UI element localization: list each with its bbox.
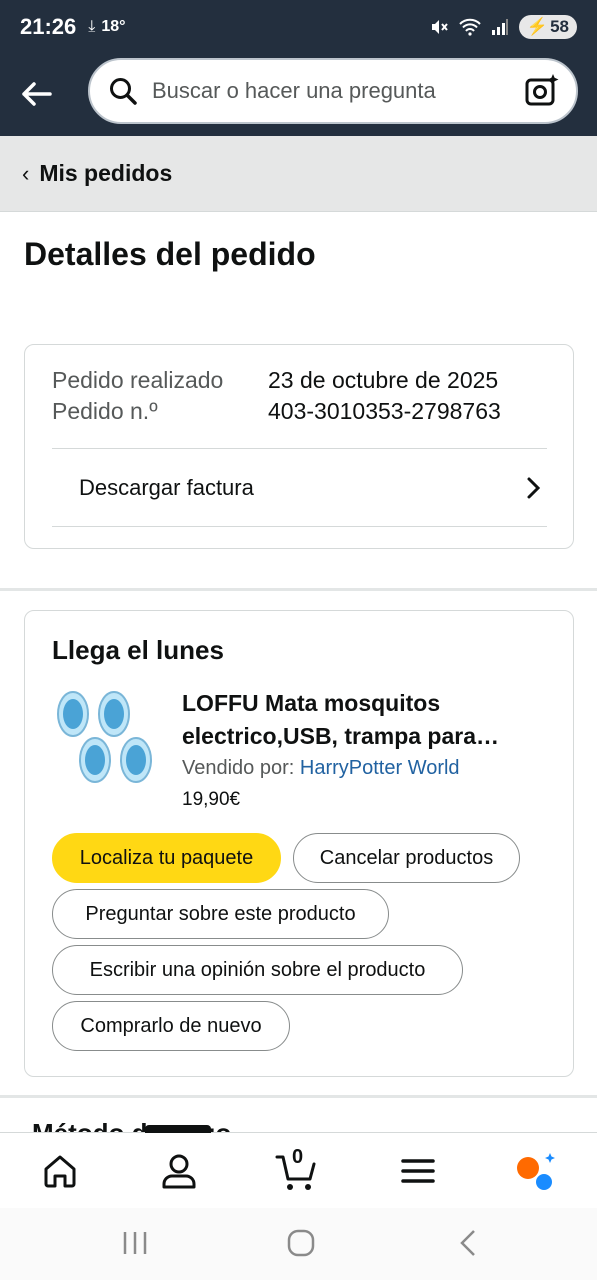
back-arrow-icon[interactable] — [18, 76, 54, 112]
download-icon: ⤓ — [88, 18, 96, 35]
back-button-icon[interactable] — [456, 1228, 480, 1258]
download-invoice-label: Descargar factura — [79, 475, 254, 500]
battery-level: 58 — [550, 17, 569, 36]
buy-again-button[interactable]: Comprarlo de nuevo — [52, 1001, 290, 1051]
status-temperature: 18° — [101, 18, 126, 35]
breadcrumb[interactable]: ‹ Mis pedidos — [0, 136, 597, 212]
rufus-assistant-icon[interactable] — [514, 1149, 558, 1193]
wifi-icon — [459, 18, 481, 36]
search-input[interactable]: Buscar o hacer una pregunta — [88, 58, 578, 124]
account-icon[interactable] — [157, 1149, 201, 1193]
product-title[interactable]: LOFFU Mata mosquitos electrico,USB, tram… — [182, 687, 552, 753]
seller-link[interactable]: HarryPotter World — [300, 757, 460, 779]
download-invoice-row[interactable]: Descargar factura — [52, 449, 547, 527]
cart-button[interactable]: 0 — [275, 1146, 319, 1193]
order-number-label: Pedido n.º — [52, 398, 158, 424]
write-review-button[interactable]: Escribir una opinión sobre el producto — [52, 945, 463, 995]
system-nav-bar — [0, 1208, 597, 1280]
arrival-heading: Llega el lunes — [52, 635, 224, 665]
status-time: 21:26 — [20, 14, 77, 39]
ask-about-product-button[interactable]: Preguntar sobre este producto — [52, 889, 389, 939]
charging-icon: ⚡ — [526, 17, 549, 36]
seller-line: Vendido por: HarryPotter World — [182, 757, 460, 780]
product-price: 19,90€ — [182, 789, 241, 810]
status-bar: 21:26 ⤓ 18° ⚡ 58 — [0, 0, 597, 54]
order-number-value: 403-3010353-2798763 — [268, 398, 501, 424]
search-placeholder: Buscar o hacer una pregunta — [152, 78, 436, 103]
track-package-button[interactable]: Localiza tu paquete — [52, 833, 281, 883]
signal-icon — [491, 19, 508, 35]
chevron-right-icon — [527, 477, 541, 499]
order-placed-label: Pedido realizado — [52, 367, 224, 393]
camera-search-icon[interactable] — [524, 73, 560, 109]
mosquito-trap-image — [57, 691, 152, 783]
home-button-icon[interactable] — [286, 1228, 316, 1258]
shipment-card: Llega el lunes LOFFU Mata mosquitos elec… — [24, 610, 574, 1077]
section-separator — [0, 1095, 597, 1098]
menu-icon[interactable] — [396, 1149, 440, 1193]
breadcrumb-label: Mis pedidos — [39, 160, 173, 186]
mute-icon — [431, 20, 448, 34]
order-placed-value: 23 de octubre de 2025 — [268, 367, 499, 393]
chevron-left-icon: ‹ — [22, 160, 30, 186]
active-tab-indicator — [145, 1125, 211, 1133]
battery-indicator: ⚡ 58 — [518, 15, 577, 39]
divider — [52, 526, 547, 527]
bottom-nav: 0 — [0, 1125, 597, 1208]
cart-count: 0 — [292, 1146, 304, 1168]
product-thumbnail[interactable] — [52, 687, 152, 787]
app-header: Buscar o hacer una pregunta — [0, 54, 597, 136]
sold-by-label: Vendido por: — [182, 757, 295, 779]
home-icon[interactable] — [38, 1149, 82, 1193]
page-title: Detalles del pedido — [24, 236, 316, 272]
cancel-products-button[interactable]: Cancelar productos — [293, 833, 520, 883]
order-info-card: Pedido realizado 23 de octubre de 2025 P… — [24, 344, 574, 549]
search-icon — [110, 78, 137, 105]
recent-apps-icon[interactable] — [121, 1228, 149, 1258]
section-separator — [0, 588, 597, 591]
